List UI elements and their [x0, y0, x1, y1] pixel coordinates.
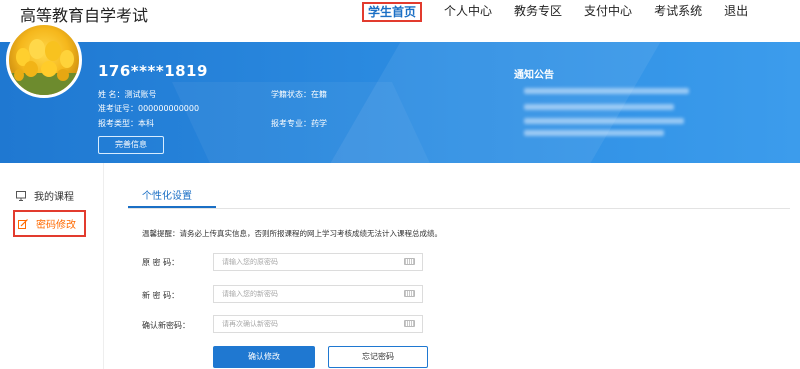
exam-number-value: 000000000000	[138, 104, 200, 113]
major-label: 报考专业：	[271, 119, 311, 128]
major-row: 报考专业：药学	[271, 118, 327, 129]
sidebar-item-label: 密码修改	[36, 220, 76, 231]
monitor-icon	[16, 190, 26, 201]
keyboard-icon[interactable]	[404, 320, 415, 327]
name-label: 姓 名：	[98, 90, 125, 99]
keyboard-icon[interactable]	[404, 290, 415, 297]
notice-item-blurred[interactable]	[524, 118, 684, 124]
notice-title: 通知公告	[514, 70, 554, 81]
tulip-photo	[9, 39, 79, 95]
sidebar-item-password-change[interactable]: 密码修改	[13, 210, 86, 237]
notice-item-blurred[interactable]	[524, 130, 664, 136]
confirm-change-button[interactable]: 确认修改	[213, 346, 315, 368]
main-nav: 学生首页 个人中心 教务专区 支付中心 考试系统 退出	[362, 0, 770, 22]
old-password-label: 原 密 码：	[142, 258, 180, 267]
nav-item-academic-affairs[interactable]: 教务专区	[514, 0, 562, 22]
sidebar-item-my-courses[interactable]: 我的课程	[16, 188, 74, 203]
name-row: 姓 名：测试账号	[98, 89, 157, 100]
complete-info-button[interactable]: 完善信息	[98, 136, 164, 154]
status-value: 在籍	[311, 90, 327, 99]
nav-item-exam-system[interactable]: 考试系统	[654, 0, 702, 22]
tab-divider	[128, 208, 790, 209]
exam-number-label: 准考证号：	[98, 104, 138, 113]
nav-item-logout[interactable]: 退出	[724, 0, 748, 22]
forgot-password-button[interactable]: 忘记密码	[328, 346, 428, 368]
name-value: 测试账号	[124, 90, 157, 99]
keyboard-icon[interactable]	[404, 258, 415, 265]
status-label: 学籍状态：	[271, 90, 311, 99]
avatar	[6, 22, 82, 98]
major-value: 药学	[311, 119, 327, 128]
exam-number-row: 准考证号：000000000000	[98, 103, 199, 114]
exam-type-row: 报考类型：本科	[98, 118, 154, 129]
top-header: 高等教育自学考试 学生首页 个人中心 教务专区 支付中心 考试系统 退出	[0, 0, 800, 42]
nav-item-student-home[interactable]: 学生首页	[362, 2, 423, 22]
reminder-text: 温馨提醒：请务必上传真实信息，否则所报课程的网上学习考核成绩无法计入课程总成绩。	[142, 229, 442, 238]
notice-item-blurred[interactable]	[524, 88, 689, 94]
confirm-password-input[interactable]	[213, 315, 423, 333]
tab-personal-settings[interactable]: 个性化设置	[142, 187, 192, 202]
nav-item-payment-center[interactable]: 支付中心	[584, 0, 632, 22]
new-password-label: 新 密 码：	[142, 291, 180, 300]
edit-icon	[18, 218, 28, 229]
user-id: 176****1819	[98, 62, 208, 80]
new-password-input[interactable]	[213, 285, 423, 303]
confirm-password-label: 确认新密码：	[142, 321, 190, 330]
exam-type-label: 报考类型：	[98, 119, 138, 128]
nav-item-personal-center[interactable]: 个人中心	[444, 0, 492, 22]
sidebar-item-label: 我的课程	[34, 192, 74, 203]
old-password-input[interactable]	[213, 253, 423, 271]
tab-active-underline	[128, 206, 216, 208]
exam-type-value: 本科	[138, 119, 154, 128]
notice-item-blurred[interactable]	[524, 104, 674, 110]
status-row: 学籍状态：在籍	[271, 89, 327, 100]
